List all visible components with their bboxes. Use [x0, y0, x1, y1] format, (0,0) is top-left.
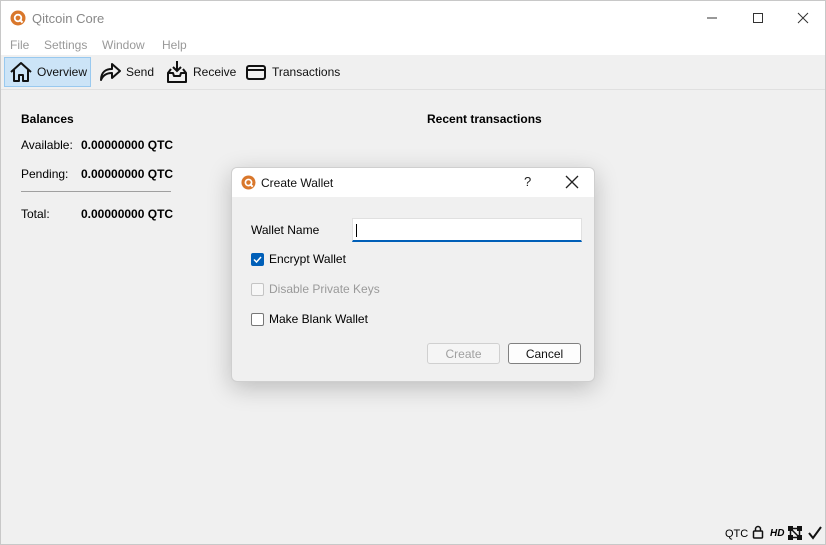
recent-transactions-title: Recent transactions	[427, 112, 542, 126]
create-wallet-dialog: Create Wallet ? Wallet Name Encrypt Wall…	[231, 167, 595, 382]
encrypt-wallet-label: Encrypt Wallet	[269, 252, 346, 266]
dialog-title-bar[interactable]: Create Wallet ?	[232, 168, 594, 197]
qitcoin-logo-icon	[241, 175, 256, 190]
maximize-icon	[753, 13, 763, 23]
network-icon[interactable]	[787, 525, 803, 541]
dialog-help-button[interactable]: ?	[524, 174, 531, 189]
disable-private-keys-label: Disable Private Keys	[269, 282, 380, 296]
encrypt-wallet-option[interactable]: Encrypt Wallet	[251, 252, 346, 266]
dialog-close-icon[interactable]	[565, 175, 579, 189]
overview-tab-label: Overview	[37, 65, 88, 79]
hd-indicator: HD	[770, 528, 785, 539]
menu-settings[interactable]: Settings	[44, 38, 87, 52]
encrypt-wallet-checkbox[interactable]	[251, 252, 264, 266]
send-arrow-icon	[100, 63, 121, 81]
pending-label: Pending:	[21, 167, 69, 181]
menu-help[interactable]: Help	[162, 38, 187, 52]
toolbar: Overview Send Receive Transactions	[1, 55, 825, 90]
menu-window[interactable]: Window	[102, 38, 145, 52]
maximize-button[interactable]	[735, 1, 781, 35]
balances-title: Balances	[21, 112, 74, 126]
menu-bar: File Settings Window Help	[1, 35, 825, 55]
unit-selector[interactable]: QTC	[725, 528, 748, 540]
lock-icon	[752, 525, 764, 539]
total-label: Total:	[21, 207, 50, 221]
text-caret	[356, 224, 357, 237]
available-value: 0.00000000 QTC	[81, 138, 174, 152]
send-tab-label: Send	[126, 65, 155, 79]
receive-tray-icon	[167, 61, 187, 83]
close-icon	[797, 12, 809, 24]
send-tab[interactable]: Send	[93, 57, 161, 87]
overview-tab[interactable]: Overview	[4, 57, 91, 87]
close-button[interactable]	[780, 1, 826, 35]
receive-tab-label: Receive	[193, 65, 237, 79]
total-value: 0.00000000 QTC	[81, 207, 174, 221]
minimize-icon	[707, 17, 717, 19]
transactions-tab-label: Transactions	[272, 65, 341, 79]
available-label: Available:	[21, 138, 73, 152]
transactions-tab[interactable]: Transactions	[239, 57, 347, 87]
receive-tab[interactable]: Receive	[160, 57, 243, 87]
disable-private-keys-option: Disable Private Keys	[251, 282, 380, 296]
cancel-button[interactable]: Cancel	[508, 343, 581, 364]
pending-value: 0.00000000 QTC	[81, 167, 174, 181]
menu-file[interactable]: File	[10, 38, 29, 52]
balances-divider	[21, 191, 171, 192]
title-bar[interactable]: Qitcoin Core	[1, 1, 825, 35]
home-icon	[10, 62, 32, 82]
make-blank-wallet-label: Make Blank Wallet	[269, 312, 368, 326]
wallet-name-label: Wallet Name	[251, 223, 320, 237]
make-blank-wallet-option[interactable]: Make Blank Wallet	[251, 312, 368, 326]
disable-private-keys-checkbox	[251, 282, 264, 296]
qitcoin-logo-icon	[10, 10, 26, 26]
sync-check-icon	[808, 526, 822, 540]
window-title: Qitcoin Core	[32, 11, 105, 26]
minimize-button[interactable]	[689, 1, 735, 35]
make-blank-wallet-checkbox[interactable]	[251, 312, 264, 326]
dialog-title: Create Wallet	[261, 176, 334, 190]
card-icon	[246, 65, 266, 80]
wallet-name-input[interactable]	[352, 218, 582, 242]
checkmark-icon	[253, 255, 262, 263]
create-button[interactable]: Create	[427, 343, 500, 364]
